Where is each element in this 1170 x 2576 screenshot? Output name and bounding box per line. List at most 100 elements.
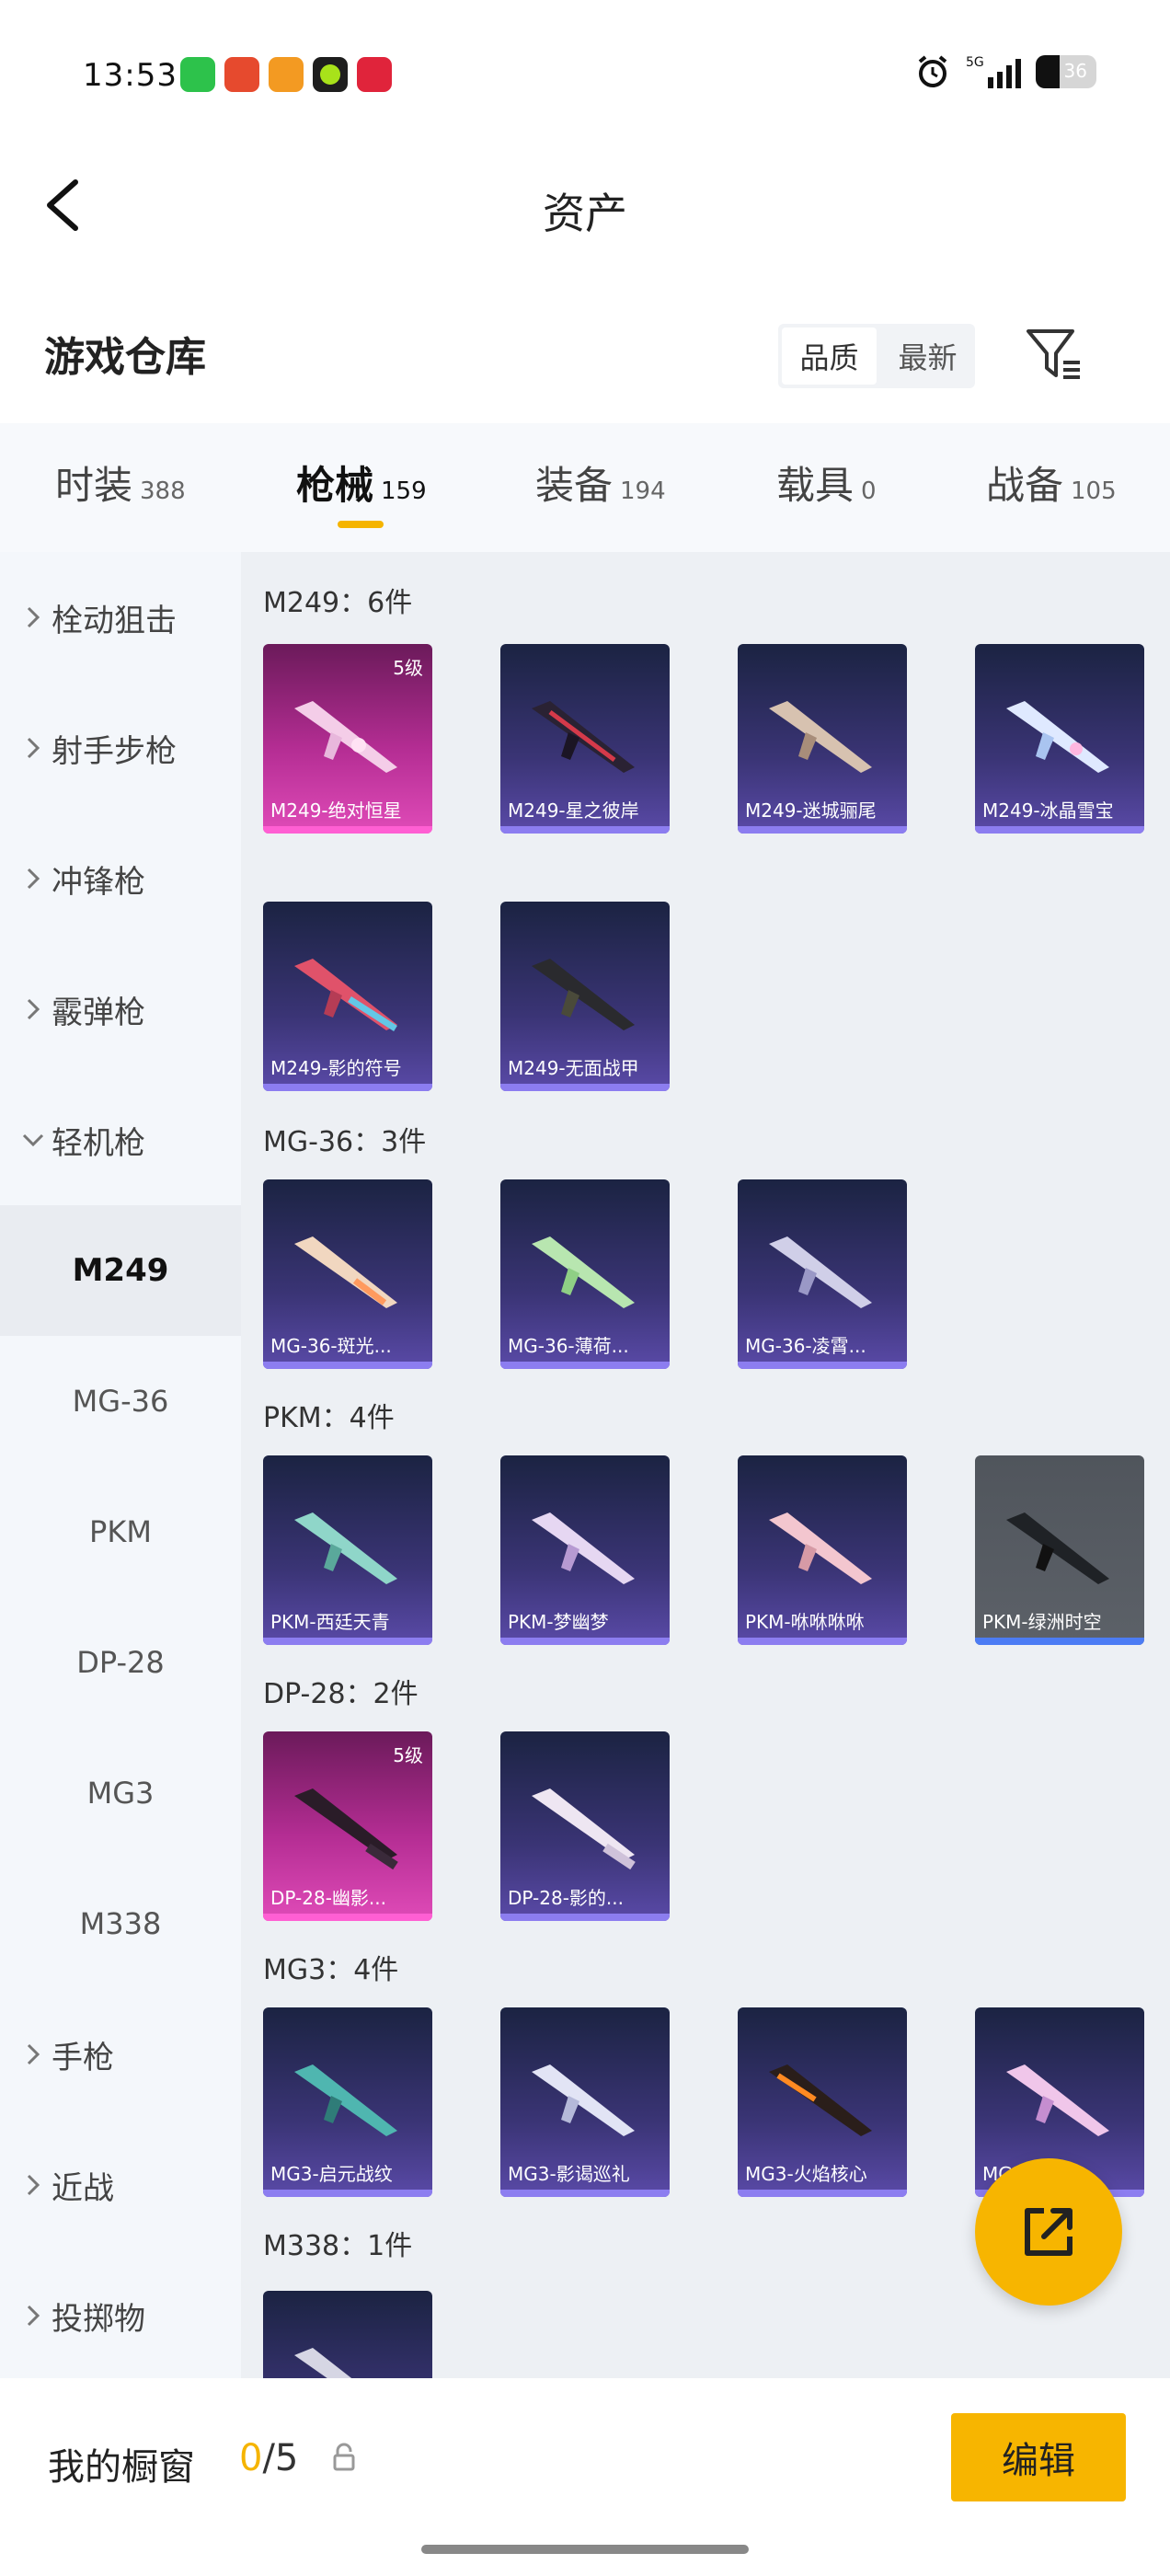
rifle-icon xyxy=(1006,1512,1109,1584)
rifle-icon xyxy=(294,701,397,773)
edit-button[interactable]: 编辑 xyxy=(951,2413,1126,2501)
warehouse-section-header: 游戏仓库 品质 最新 xyxy=(0,267,1170,423)
app-header: 资产 xyxy=(0,147,1170,267)
tab-vehicles[interactable]: 载具 0 xyxy=(776,454,877,511)
group-title: MG3：4件 xyxy=(263,1954,399,1986)
filter-icon[interactable] xyxy=(1023,322,1084,386)
sort-newest-button[interactable]: 最新 xyxy=(880,324,975,388)
sidebar-sub-mg3[interactable]: MG3 xyxy=(0,1728,241,1858)
chevron-right-icon xyxy=(27,606,40,628)
rifle-icon xyxy=(532,959,635,1030)
sidebar-sub-dp28[interactable]: DP-28 xyxy=(0,1597,241,1728)
skin-card[interactable]: DP-28-影的... xyxy=(500,1731,670,1921)
app-green-icon xyxy=(313,57,348,92)
rifle-icon xyxy=(532,1512,635,1584)
group-title: M338：1件 xyxy=(263,2230,413,2262)
skin-card[interactable]: MG3-影谒巡礼 xyxy=(500,2007,670,2197)
rifle-icon xyxy=(294,1788,398,1870)
sidebar-item-shotgun[interactable]: 霰弹枪 xyxy=(0,944,241,1075)
showcase-bar: 我的橱窗 0/5 编辑 xyxy=(0,2378,1170,2576)
rifle-icon xyxy=(769,2064,872,2136)
skin-card[interactable]: PKM-西廷天青 xyxy=(263,1455,432,1645)
rifle-icon xyxy=(294,959,397,1031)
active-tab-indicator xyxy=(338,521,384,528)
group-title: DP-28：2件 xyxy=(263,1678,419,1710)
sidebar-item-throwables[interactable]: 投掷物 xyxy=(0,2250,241,2381)
svg-text:5G: 5G xyxy=(966,55,984,70)
wechat-icon xyxy=(180,57,215,92)
skin-card[interactable]: MG3-启元战纹 xyxy=(263,2007,432,2197)
skin-card[interactable]: PKM-绿洲时空 xyxy=(975,1455,1144,1645)
skin-card[interactable]: M249-冰晶雪宝 xyxy=(975,644,1144,834)
showcase-count: 0/5 xyxy=(239,2437,299,2479)
app-pinduoduo-icon xyxy=(357,57,392,92)
rifle-icon xyxy=(532,2064,635,2136)
skin-card[interactable]: M249-无面战甲 xyxy=(500,902,670,1091)
section-title: 游戏仓库 xyxy=(44,334,206,381)
skin-card[interactable]: MG-36-凌霄... xyxy=(738,1179,907,1369)
skin-card[interactable]: PKM-梦幽梦 xyxy=(500,1455,670,1645)
rifle-icon xyxy=(769,701,872,773)
chevron-right-icon xyxy=(27,998,40,1020)
rifle-icon xyxy=(294,2064,397,2136)
rifle-icon xyxy=(294,2348,352,2378)
skin-card[interactable]: PKM-咻咻咻咻 xyxy=(738,1455,907,1645)
sidebar-item-bolt-action-sniper[interactable]: 栓动狙击 xyxy=(0,552,241,683)
tab-equipment[interactable]: 装备 194 xyxy=(535,454,666,511)
chevron-right-icon xyxy=(27,2043,40,2065)
weapon-skin-grid: M249：6件 5级 M249-绝对恒星 M249-星之彼岸 M249-迷城骊尾… xyxy=(241,552,1170,2378)
chevron-right-icon xyxy=(27,868,40,890)
status-bar: 13:53 5G 36 xyxy=(0,0,1170,147)
sidebar-sub-mg36[interactable]: MG-36 xyxy=(0,1336,241,1466)
home-indicator xyxy=(421,2545,749,2554)
skin-card[interactable]: MG3-火焰核心 xyxy=(738,2007,907,2197)
app-orange-icon xyxy=(269,57,304,92)
sort-toggle: 品质 最新 xyxy=(778,324,975,388)
category-tabs: 时装 388 枪械 159 装备 194 载具 0 战备 105 xyxy=(0,423,1170,552)
sort-quality-button[interactable]: 品质 xyxy=(782,328,877,385)
group-title: M249：6件 xyxy=(263,587,413,619)
sidebar-item-marksman-rifle[interactable]: 射手步枪 xyxy=(0,683,241,813)
rifle-icon xyxy=(532,701,635,773)
alarm-icon xyxy=(918,55,947,87)
sidebar-item-lmg[interactable]: 轻机枪 xyxy=(0,1075,241,1205)
skin-card[interactable]: MG-36-薄荷... xyxy=(500,1179,670,1369)
chevron-right-icon xyxy=(27,737,40,759)
sidebar-item-smg[interactable]: 冲锋枪 xyxy=(0,813,241,944)
rifle-icon xyxy=(294,1512,397,1584)
group-title: PKM：4件 xyxy=(263,1402,395,1434)
sidebar-item-melee[interactable]: 近战 xyxy=(0,2120,241,2250)
status-indicators: 5G 36 xyxy=(914,53,1096,90)
chevron-down-icon xyxy=(22,1133,44,1147)
tab-weapons[interactable]: 枪械 159 xyxy=(296,454,427,511)
status-time: 13:53 xyxy=(83,57,178,94)
skin-card[interactable]: M249-影的符号 xyxy=(263,902,432,1091)
sidebar-item-pistol[interactable]: 手枪 xyxy=(0,1989,241,2120)
chevron-right-icon xyxy=(27,2174,40,2196)
rifle-icon xyxy=(532,1236,635,1308)
chevron-right-icon xyxy=(27,2305,40,2327)
sidebar-sub-m249[interactable]: M249 xyxy=(0,1205,241,1336)
skin-card[interactable]: M249-星之彼岸 xyxy=(500,644,670,834)
skin-card[interactable]: MG-36-斑光... xyxy=(263,1179,432,1369)
tab-clothing[interactable]: 时装 388 xyxy=(55,454,186,511)
rifle-icon xyxy=(532,1788,636,1870)
skin-card[interactable]: M249-迷城骊尾 xyxy=(738,644,907,834)
signal-5g-icon: 5G xyxy=(966,55,1021,88)
lock-icon xyxy=(333,2443,355,2471)
showcase-title: 我的橱窗 xyxy=(48,2446,195,2489)
rifle-icon xyxy=(1006,701,1109,773)
skin-card[interactable]: 5级 DP-28-幽影... xyxy=(263,1731,432,1921)
group-title: MG-36：3件 xyxy=(263,1126,427,1158)
sidebar-sub-m338[interactable]: M338 xyxy=(0,1858,241,1989)
tab-supplies[interactable]: 战备 105 xyxy=(986,454,1117,511)
rifle-icon xyxy=(769,1236,872,1308)
rifle-icon xyxy=(769,1512,872,1584)
battery-icon: 36 xyxy=(1036,55,1096,88)
share-button[interactable] xyxy=(975,2158,1122,2306)
skin-card[interactable] xyxy=(263,2291,432,2378)
weapon-type-sidebar: 栓动狙击 射手步枪 冲锋枪 霰弹枪 轻机枪 M249 MG-36 PKM DP-… xyxy=(0,552,241,2378)
rifle-icon xyxy=(1006,2064,1109,2136)
sidebar-sub-pkm[interactable]: PKM xyxy=(0,1466,241,1597)
skin-card[interactable]: 5级 M249-绝对恒星 xyxy=(263,644,432,834)
